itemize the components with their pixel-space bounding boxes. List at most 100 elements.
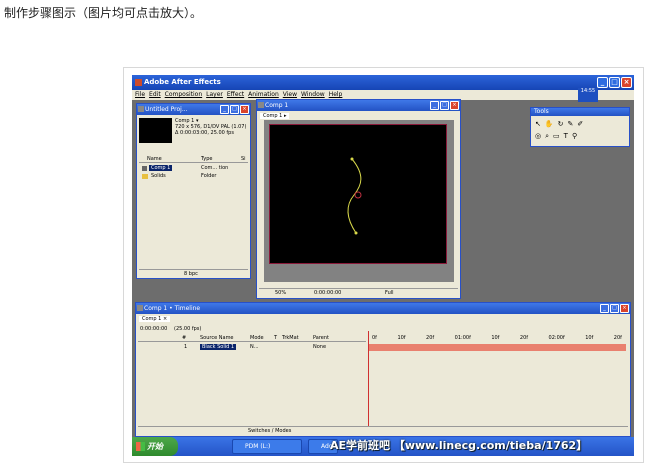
col-source-name[interactable]: Source Name (200, 335, 234, 341)
timeline-tab[interactable]: Comp 1 × (139, 316, 171, 322)
col-size[interactable]: Si (241, 156, 246, 162)
comp-footer: 50% 0:00:00:00 Full (259, 288, 458, 297)
timeline-icon (137, 305, 143, 311)
close-button[interactable]: × (621, 77, 632, 88)
layer-duration-bar[interactable] (368, 344, 626, 351)
menu-edit[interactable]: Edit (149, 90, 161, 100)
clock-badge: 14:55 (578, 88, 598, 102)
ruler-tick: 20f (519, 335, 529, 341)
resolution-select[interactable]: Full (385, 290, 394, 296)
hand-tool-icon[interactable]: ✋ (545, 120, 554, 128)
project-maximize-button[interactable]: □ (230, 105, 239, 114)
timeline-close-button[interactable]: × (620, 304, 629, 313)
project-minimize-button[interactable]: _ (220, 105, 229, 114)
menu-layer[interactable]: Layer (206, 90, 223, 100)
col-name[interactable]: Name (147, 156, 162, 162)
project-row-type: Folder (201, 173, 217, 179)
zoom-level[interactable]: 50% (275, 290, 286, 296)
tools-titlebar: Tools (531, 108, 629, 116)
tools-title: Tools (534, 108, 549, 115)
ruler-tick: 10f (585, 335, 594, 341)
project-panel-titlebar: Untitled Proj... _ □ × (137, 104, 250, 115)
layer-source-name[interactable]: Black Solid 1 (200, 344, 237, 350)
taskbar-item[interactable]: PDM (L:) (232, 439, 302, 454)
col-index: # (182, 335, 187, 341)
tool-icons: ↖ ✋ ↻ ✎ ✐ (535, 120, 583, 128)
project-row-name: Solids (151, 173, 166, 179)
rotate-tool-icon[interactable]: ↻ (558, 120, 564, 128)
timeline-column-header: # Source Name Mode T TrkMat Parent (138, 335, 366, 342)
timeline-minimize-button[interactable]: _ (600, 304, 609, 313)
col-trkmat[interactable]: TrkMat (282, 335, 299, 341)
stamp-tool-icon[interactable]: ⚲ (572, 132, 577, 141)
maximize-button[interactable]: □ (609, 77, 620, 88)
folder-icon (142, 174, 148, 179)
project-footer: 8 bpc (139, 269, 248, 277)
start-label: 开始 (147, 442, 163, 451)
app-titlebar: Adobe After Effects _ □ × (132, 75, 634, 90)
layer-mode-select[interactable]: N... (250, 344, 259, 350)
timeline-timecode[interactable]: 0:00:00:00 (140, 326, 167, 332)
timeline-titlebar: Comp 1 • Timeline _ □ × (136, 303, 630, 314)
ruler-tick: 01:00f (454, 335, 471, 341)
app-title: Adobe After Effects (144, 78, 221, 86)
timeline-panel: Comp 1 • Timeline _ □ × Comp 1 × 0:00:00… (135, 302, 631, 437)
zoom-tool-icon[interactable]: ⌕ (545, 132, 549, 141)
brush-tool-icon[interactable]: ✐ (577, 120, 583, 128)
menu-composition[interactable]: Composition (165, 90, 202, 100)
project-panel-title: Untitled Proj... (145, 106, 188, 113)
minimize-button[interactable]: _ (597, 77, 608, 88)
layer-index: 1 (184, 344, 188, 350)
project-row-name: Comp 1 (149, 165, 173, 171)
comp-thumbnail (139, 118, 172, 143)
comp-canvas[interactable] (269, 124, 447, 264)
after-effects-window: Adobe After Effects _ □ × File Edit Comp… (132, 75, 634, 456)
col-type[interactable]: Type (201, 156, 212, 162)
app-icon (135, 79, 142, 86)
menu-file[interactable]: File (135, 90, 145, 100)
tool-icons-row2: ◎ ⌕ ▭ T ⚲ (535, 132, 577, 141)
comp-tab[interactable]: Comp 1 ▸ (260, 113, 290, 119)
project-row[interactable]: Solids Folder (139, 173, 248, 180)
ruler-tick: 10f (491, 335, 500, 341)
project-panel: Untitled Proj... _ □ × Comp 1 ▾ 720 x 57… (136, 103, 251, 279)
switches-modes-toggle[interactable]: Switches / Modes (248, 428, 291, 434)
col-mode[interactable]: Mode (250, 335, 264, 341)
comp-duration: Δ 0:00:03:00, 25.00 fps (175, 130, 234, 136)
windows-logo-icon (136, 442, 145, 451)
project-row[interactable]: Comp 1 Com... tion (139, 165, 248, 172)
rectangle-tool-icon[interactable]: ▭ (553, 132, 560, 141)
text-tool-icon[interactable]: T (564, 132, 568, 141)
current-time-indicator[interactable] (368, 331, 369, 426)
col-t: T (274, 335, 278, 341)
project-row-type: Com... tion (201, 165, 229, 171)
orbit-tool-icon[interactable]: ◎ (535, 132, 541, 141)
col-parent[interactable]: Parent (313, 335, 329, 341)
selection-tool-icon[interactable]: ↖ (535, 120, 541, 128)
menu-effect[interactable]: Effect (227, 90, 244, 100)
layer-row[interactable]: 1 Black Solid 1 N... None (138, 344, 366, 352)
timeline-footer: Switches / Modes (138, 426, 628, 434)
timeline-title: Comp 1 • Timeline (144, 305, 201, 312)
ruler-tick: 02:00f (548, 335, 565, 341)
composition-panel: Comp 1 _ □ × Comp 1 ▸ 50% 0:00:00:00 Ful… (256, 99, 461, 299)
comp-timecode[interactable]: 0:00:00:00 (314, 290, 341, 296)
timeline-ruler[interactable]: 0f 10f 20f 01:00f 10f 20f 02:00f 10f 20f (368, 335, 626, 342)
pen-tool-icon[interactable]: ✎ (567, 120, 573, 128)
tools-panel: Tools ↖ ✋ ↻ ✎ ✐ ◎ ⌕ ▭ T ⚲ (530, 107, 630, 147)
bpc-label[interactable]: 8 bpc (184, 271, 198, 277)
timeline-fps: (25.00 fps) (174, 326, 202, 332)
project-column-header: Name Type Si (139, 156, 248, 163)
project-close-button[interactable]: × (240, 105, 249, 114)
comp-close-button[interactable]: × (450, 101, 459, 110)
start-button[interactable]: 开始 (132, 437, 178, 456)
layer-parent-select[interactable]: None (313, 344, 326, 350)
motion-path (347, 157, 362, 235)
comp-minimize-button[interactable]: _ (430, 101, 439, 110)
watermark: AE学前班吧 【www.linecg.com/tieba/1762】 (330, 439, 588, 452)
comp-maximize-button[interactable]: □ (440, 101, 449, 110)
comp-viewer (264, 120, 454, 282)
comp-panel-titlebar: Comp 1 _ □ × (257, 100, 460, 111)
timeline-maximize-button[interactable]: □ (610, 304, 619, 313)
comp-panel-title: Comp 1 (265, 102, 289, 109)
